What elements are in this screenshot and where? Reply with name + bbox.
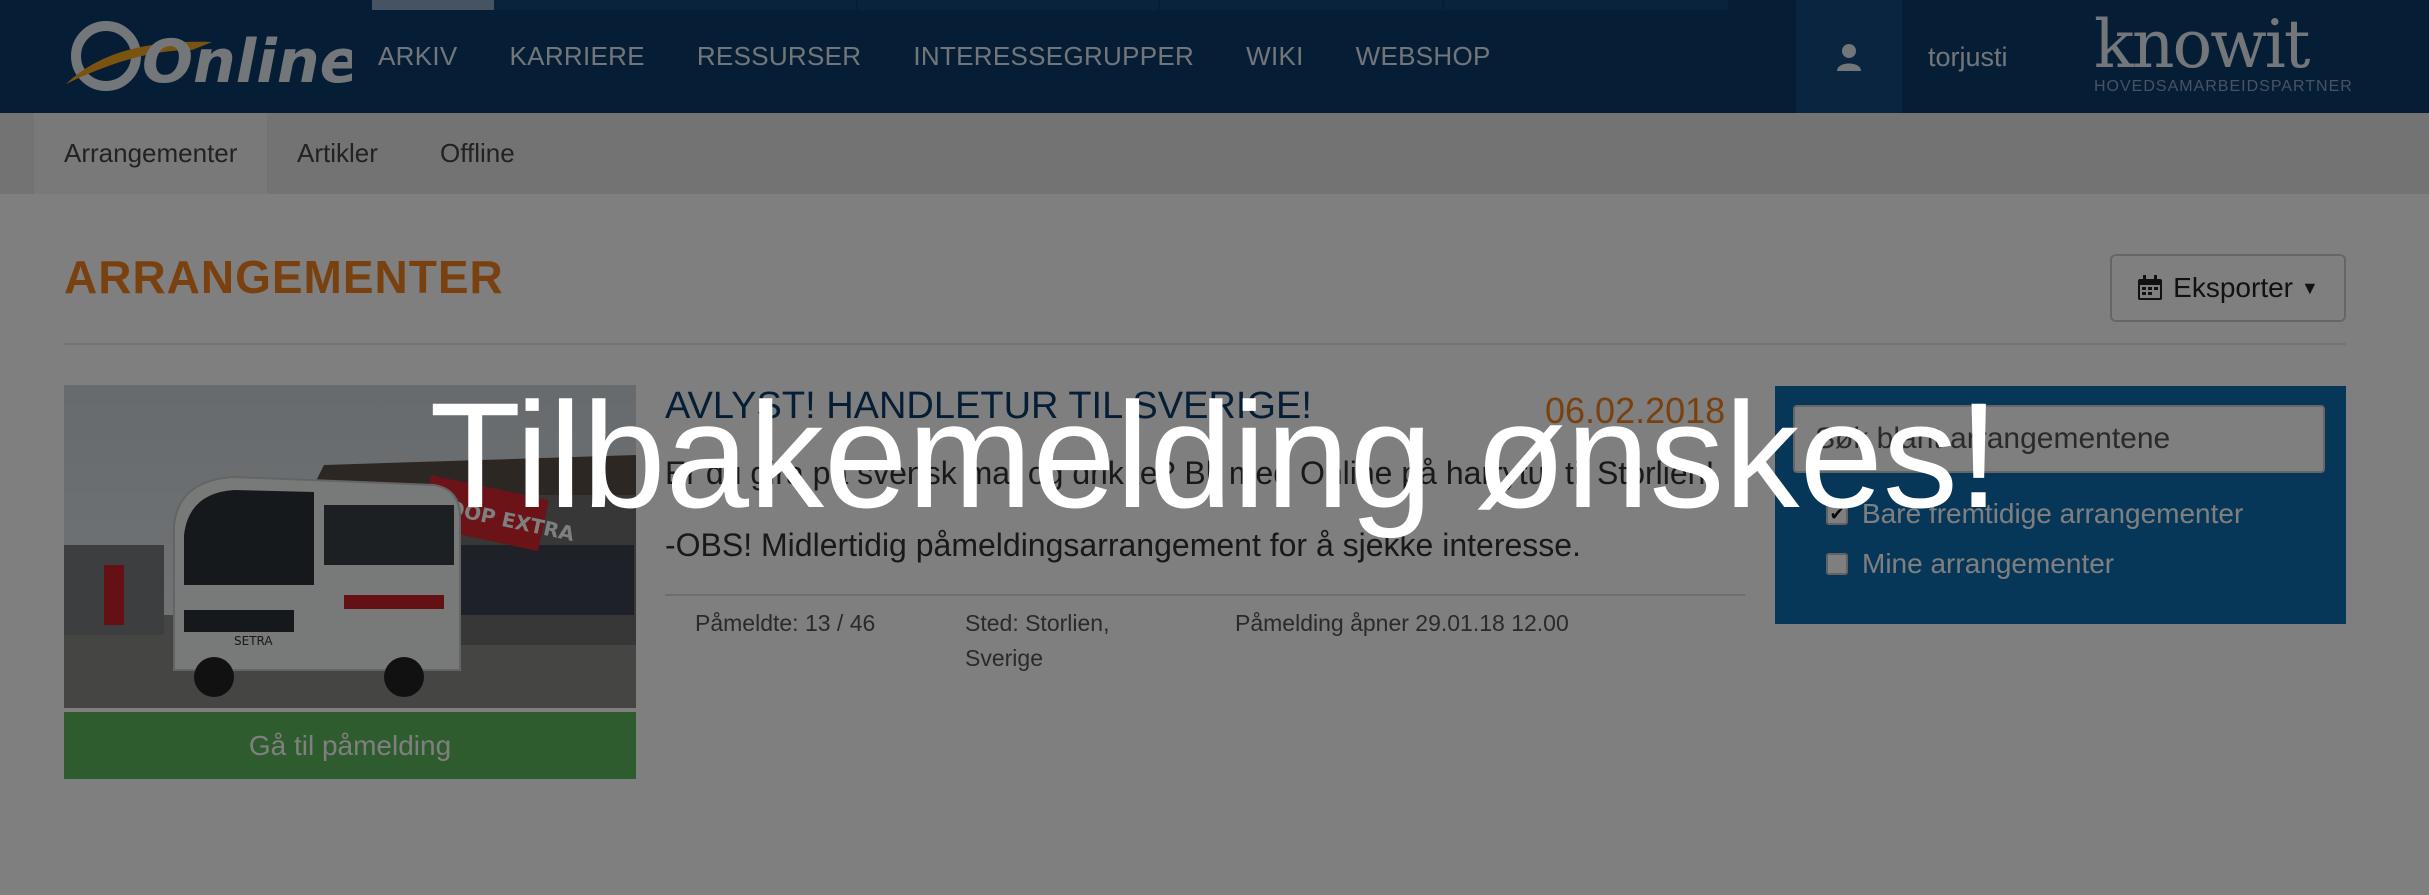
- feedback-overlay[interactable]: Tilbakemelding ønskes!: [0, 0, 2429, 895]
- overlay-message: Tilbakemelding ønskes!: [429, 371, 2000, 539]
